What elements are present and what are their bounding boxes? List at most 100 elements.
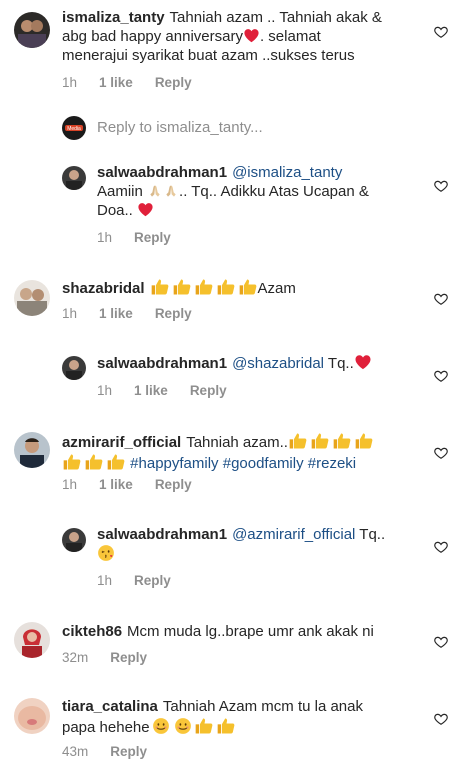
comment-body: tiara_catalina Tahniah Azam mcm tu la ana… [62, 697, 422, 737]
mention-link[interactable]: @shazabridal [232, 355, 324, 372]
comment-text: . selamat [259, 28, 321, 45]
username[interactable]: cikteh86 [62, 623, 122, 640]
mention-link[interactable]: @ismaliza_tanty [232, 164, 342, 181]
avatar[interactable] [62, 356, 86, 380]
username[interactable]: ismaliza_tanty [62, 9, 165, 26]
like-heart-icon[interactable] [434, 179, 448, 193]
timestamp: 1h [97, 230, 113, 245]
comment-meta: 1h 1 like Reply [97, 383, 227, 398]
hashtags[interactable]: #happyfamily #goodfamily #rezeki [130, 455, 356, 472]
comment-meta: 1h 1 like Reply [62, 477, 192, 492]
like-heart-icon[interactable] [434, 25, 448, 39]
thumbs-up-emoji [288, 431, 308, 451]
avatar[interactable] [14, 622, 50, 658]
timestamp: 32m [62, 650, 89, 665]
comment-text: Tq.. [359, 526, 386, 543]
comment-text: abg bad happy anniversary [62, 28, 243, 45]
reply-button[interactable]: Reply [155, 75, 192, 90]
comment-text: Doa.. [97, 202, 133, 219]
kissing-face-emoji [97, 544, 115, 562]
thumbs-up-emoji [84, 452, 104, 472]
timestamp: 1h [62, 306, 78, 321]
like-heart-icon[interactable] [434, 446, 448, 460]
smiling-face-emoji [152, 717, 170, 735]
comment-meta: 1h Reply [97, 573, 171, 588]
comment-text: Aamiin [97, 183, 143, 200]
thumbs-up-emoji [332, 431, 352, 451]
comment-body: salwaabdrahman1 @azmirarif_official Tq.. [97, 525, 417, 564]
comment-text: Azam [257, 280, 296, 297]
thumbs-up-emoji [106, 452, 126, 472]
username[interactable]: shazabridal [62, 280, 145, 297]
comment-meta: 1h Reply [97, 230, 171, 245]
thumbs-up-emoji [150, 277, 170, 297]
avatar[interactable] [14, 280, 50, 316]
timestamp: 1h [97, 383, 113, 398]
comment-body: cikteh86 Mcm muda lg..brape umr ank akak … [62, 622, 422, 641]
reply-button[interactable]: Reply [155, 477, 192, 492]
red-heart-emoji [243, 27, 260, 44]
likes-count[interactable]: 1 like [134, 383, 168, 398]
comment-text: Tahniah azam .. Tahniah akak & [169, 9, 382, 26]
reply-button[interactable]: Reply [134, 230, 171, 245]
username[interactable]: azmirarif_official [62, 434, 181, 451]
username[interactable]: tiara_catalina [62, 698, 158, 715]
thumbs-up-emoji [194, 716, 214, 736]
reply-button[interactable]: Reply [110, 744, 147, 759]
avatar: Media [62, 116, 86, 140]
username[interactable]: salwaabdrahman1 [97, 164, 227, 181]
like-heart-icon[interactable] [434, 540, 448, 554]
likes-count[interactable]: 1 like [99, 306, 133, 321]
comment-body: salwaabdrahman1 @shazabridal Tq.. [97, 353, 417, 373]
reply-button[interactable]: Reply [134, 573, 171, 588]
comment-body: ismaliza_tanty Tahniah azam .. Tahniah ak… [62, 8, 422, 65]
reply-button[interactable]: Reply [190, 383, 227, 398]
timestamp: 43m [62, 744, 89, 759]
like-heart-icon[interactable] [434, 712, 448, 726]
comment-text: Tq.. [327, 355, 354, 372]
comment-text: Tahniah azam.. [186, 434, 288, 451]
thumbs-up-emoji [310, 431, 330, 451]
comment-text: papa hehehe [62, 719, 150, 736]
thumbs-up-emoji [62, 452, 82, 472]
like-heart-icon[interactable] [434, 292, 448, 306]
avatar[interactable] [62, 528, 86, 552]
avatar[interactable] [14, 432, 50, 468]
avatar[interactable] [62, 166, 86, 190]
username[interactable]: salwaabdrahman1 [97, 526, 227, 543]
red-heart-emoji [137, 201, 154, 218]
pray-emoji [147, 183, 163, 199]
timestamp: 1h [62, 477, 78, 492]
likes-count[interactable]: 1 like [99, 75, 133, 90]
reply-button[interactable]: Reply [155, 306, 192, 321]
comment-text: .. Tq.. Adikku Atas Ucapan & [179, 183, 369, 200]
thumbs-up-emoji [194, 277, 214, 297]
like-heart-icon[interactable] [434, 635, 448, 649]
avatar[interactable] [14, 12, 50, 48]
reply-input[interactable]: Reply to ismaliza_tanty... [97, 119, 263, 136]
red-heart-emoji [354, 353, 372, 371]
reply-button[interactable]: Reply [110, 650, 147, 665]
smiling-face-emoji [174, 717, 192, 735]
comment-meta: 1h 1 like Reply [62, 75, 192, 90]
comment-body: azmirarif_official Tahniah azam.. #happyf… [62, 431, 422, 473]
comment-text: Mcm muda lg..brape umr ank akak ni [127, 623, 374, 640]
comment-text: Tahniah Azam mcm tu la anak [162, 698, 363, 715]
mention-link[interactable]: @azmirarif_official [232, 526, 355, 543]
thumbs-up-emoji [172, 277, 192, 297]
thumbs-up-emoji [354, 431, 374, 451]
timestamp: 1h [62, 75, 78, 90]
comment-body: shazabridal Azam [62, 277, 422, 298]
thumbs-up-emoji [238, 277, 258, 297]
likes-count[interactable]: 1 like [99, 477, 133, 492]
comment-text: menerajui syarikat buat azam ..sukses te… [62, 47, 355, 64]
avatar[interactable] [14, 698, 50, 734]
comment-meta: 32m Reply [62, 650, 147, 665]
thumbs-up-emoji [216, 716, 236, 736]
username[interactable]: salwaabdrahman1 [97, 355, 227, 372]
thumbs-up-emoji [216, 277, 236, 297]
pray-emoji [163, 183, 179, 199]
like-heart-icon[interactable] [434, 369, 448, 383]
comment-body: salwaabdrahman1 @ismaliza_tanty Aamiin ..… [97, 163, 417, 220]
comment-meta: 1h 1 like Reply [62, 306, 192, 321]
